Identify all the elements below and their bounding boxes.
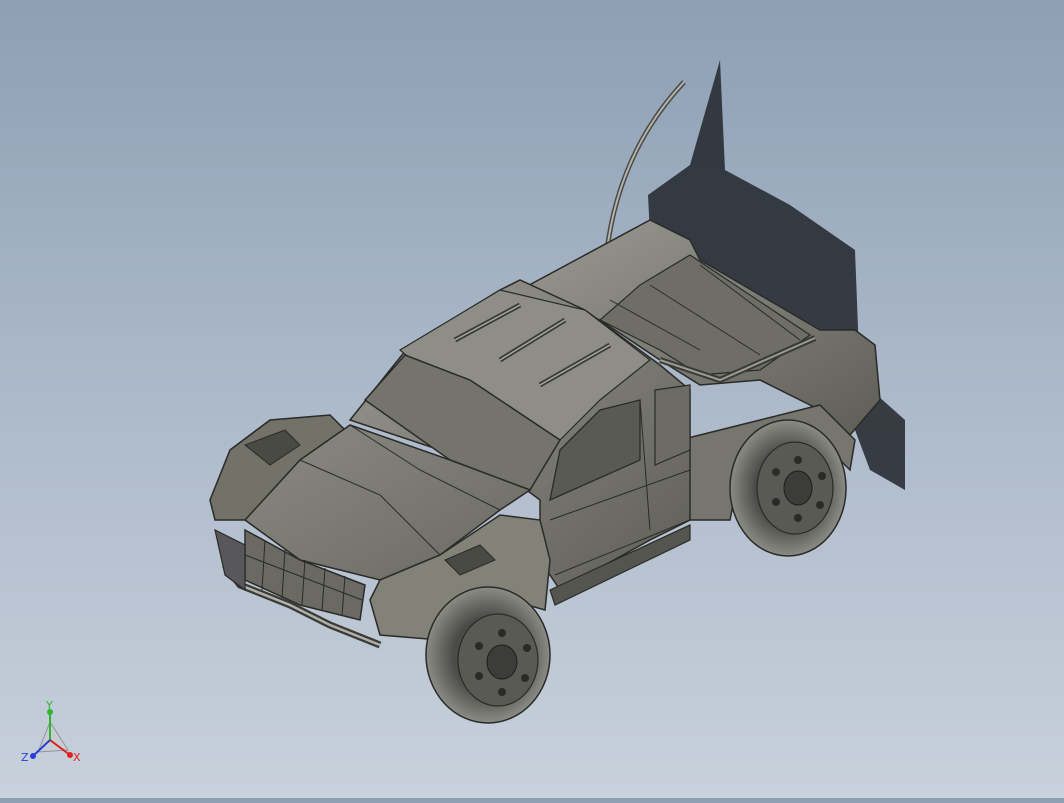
model-render[interactable] (0, 0, 1064, 798)
rear-wheel (729, 419, 847, 557)
z-axis-label: Z (21, 751, 29, 764)
coordinate-triad: Y X Z (18, 699, 88, 770)
cad-graphics-viewport[interactable] (0, 0, 1064, 798)
front-wheel (425, 586, 551, 724)
triad-graphic: Y X Z (21, 699, 81, 764)
y-axis-label: Y (45, 700, 53, 712)
x-axis-label: X (73, 751, 81, 764)
